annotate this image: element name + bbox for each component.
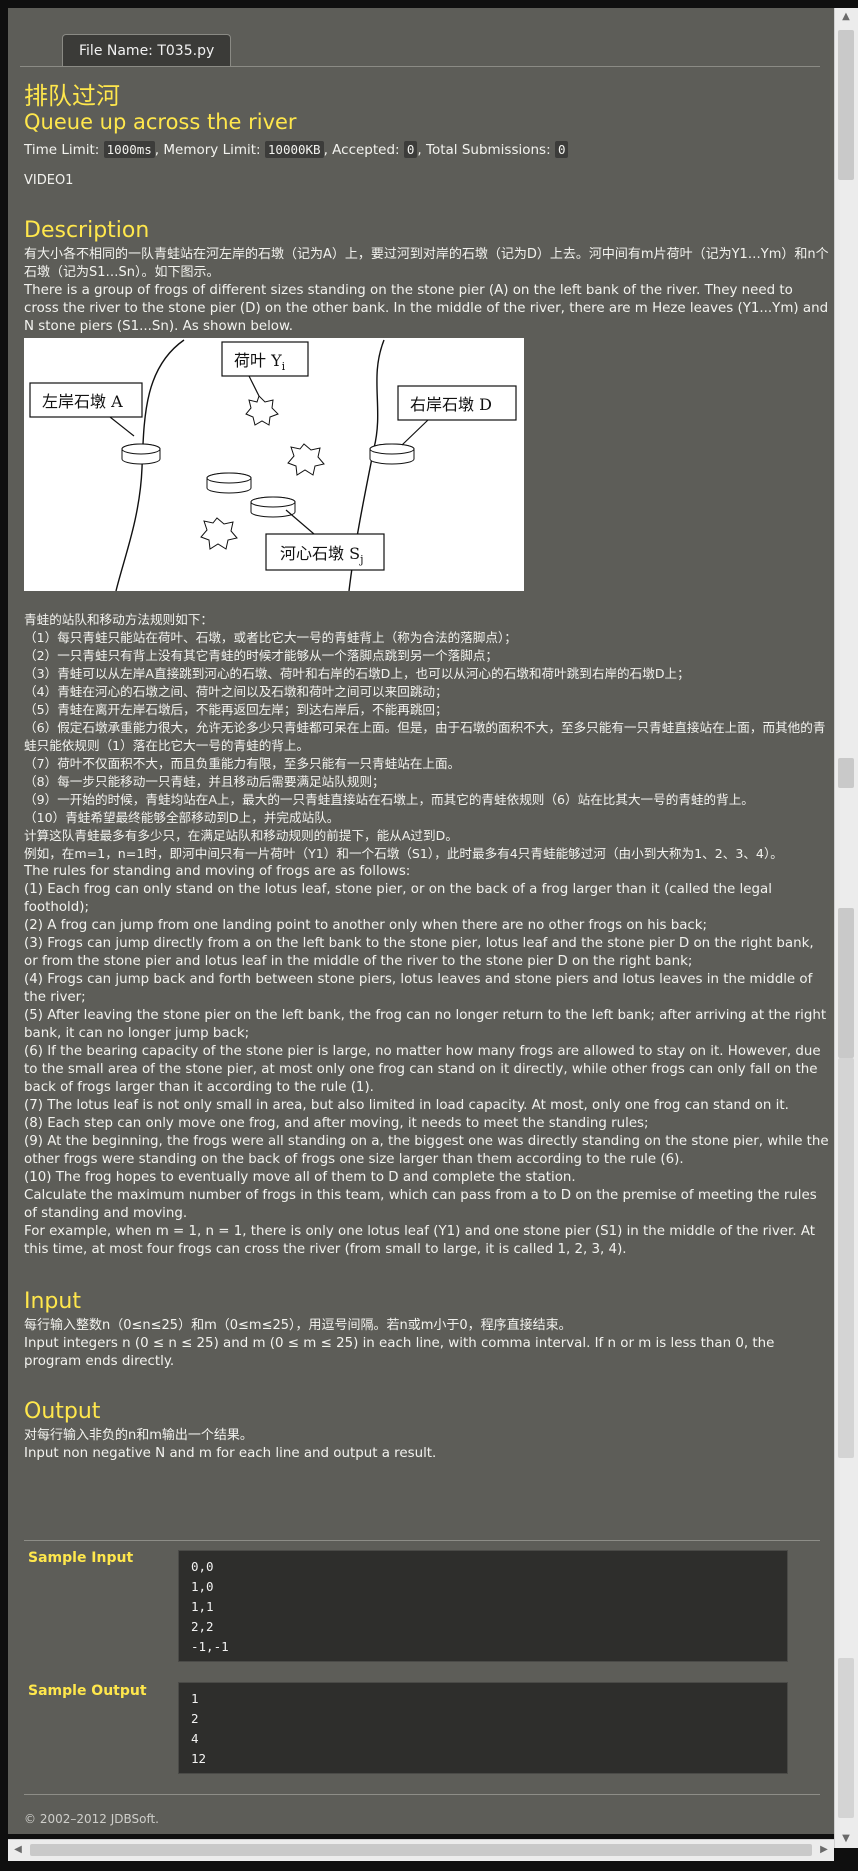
vertical-scroll-segment — [838, 758, 854, 788]
output-text-en: Input non negative N and m for each line… — [24, 1446, 437, 1461]
right-pier-label: 右岸石墩 D — [410, 395, 492, 414]
scroll-up-icon[interactable]: ▲ — [835, 8, 857, 26]
description-text-en: There is a group of frogs of different s… — [24, 283, 833, 334]
scroll-right-icon[interactable]: ▶ — [816, 1840, 832, 1860]
footer-separator — [24, 1794, 820, 1795]
description-heading: Description — [24, 218, 150, 243]
vertical-scrollbar[interactable]: ▲ ▼ — [834, 8, 858, 1848]
rules-text-cn: 青蛙的站队和移动方法规则如下： （1）每只青蛙只能站在荷叶、石墩，或者比它大一号… — [24, 612, 826, 861]
time-limit-label: Time Limit: — [24, 142, 104, 158]
input-text-en: Input integers n (0 ≤ n ≤ 25) and m (0 ≤… — [24, 1336, 779, 1369]
left-pier-label: 左岸石墩 A — [42, 392, 123, 411]
accepted-value: 0 — [403, 141, 418, 158]
tab-bar: File Name: T035.py — [20, 22, 820, 67]
output-text-cn: 对每行输入非负的n和m输出一个结果。 — [24, 1428, 253, 1443]
description-text-cn: 有大小各不相同的一队青蛙站在河左岸的石墩（记为A）上，要过河到对岸的石墩（记为D… — [24, 247, 829, 280]
sample-input-label: Sample Input — [28, 1550, 134, 1566]
output-heading: Output — [24, 1399, 101, 1424]
memory-limit-value: 10000KB — [264, 141, 324, 158]
input-heading: Input — [24, 1289, 81, 1314]
total-submissions-value: 0 — [554, 141, 569, 158]
lotus-label-sub: i — [282, 360, 286, 373]
lotus-label: 荷叶 Y — [234, 351, 282, 370]
samples-separator — [24, 1540, 820, 1541]
total-submissions-label: , Total Submissions: — [417, 142, 555, 158]
sample-input-box[interactable]: 0,0 1,0 1,1 2,2 -1,-1 — [178, 1550, 788, 1662]
river-crossing-figure: 左岸石墩 A 荷叶 Yi 河心石墩 Sj 右岸石墩 D — [24, 338, 524, 591]
accepted-label: , Accepted: — [323, 142, 404, 158]
sample-output-box[interactable]: 1 2 4 12 — [178, 1682, 788, 1774]
input-text-cn: 每行输入整数n（0≤n≤25）和m（0≤m≤25），用逗号间隔。若n或m小于0，… — [24, 1318, 572, 1333]
rules-text-en: The rules for standing and moving of fro… — [24, 864, 829, 1257]
svg-text:河心石墩 Sj: 河心石墩 Sj — [280, 544, 363, 566]
horizontal-scrollbar[interactable]: ◀ ▶ — [8, 1839, 834, 1861]
video-link[interactable]: VIDEO1 — [24, 172, 830, 190]
scroll-left-icon[interactable]: ◀ — [10, 1840, 26, 1860]
problem-title-en: Queue up across the river — [24, 110, 297, 134]
problem-title-cn: 排队过河 — [24, 82, 120, 110]
scroll-down-icon[interactable]: ▼ — [835, 1830, 857, 1848]
vertical-scroll-thumb[interactable] — [838, 30, 854, 180]
time-limit-value: 1000ms — [103, 141, 155, 158]
memory-limit-label: , Memory Limit: — [154, 142, 265, 158]
horizontal-scroll-thumb[interactable] — [30, 1844, 812, 1856]
vertical-scroll-segment-3 — [838, 1058, 854, 1458]
middle-pier-label: 河心石墩 S — [280, 544, 360, 563]
footer-copyright: © 2002–2012 JDBSoft. — [24, 1812, 159, 1826]
page-frame: File Name: T035.py 排队过河 Queue up across … — [8, 8, 834, 1834]
problem-meta: Time Limit: 1000ms, Memory Limit: 10000K… — [24, 138, 830, 162]
problem-content: 排队过河 Queue up across the river Time Limi… — [24, 82, 830, 1463]
vertical-scroll-segment-2 — [838, 908, 854, 1058]
svg-text:荷叶 Yi: 荷叶 Yi — [234, 351, 286, 373]
tab-file-name[interactable]: File Name: T035.py — [62, 34, 232, 66]
vertical-scroll-segment-4 — [838, 1658, 854, 1818]
sample-output-label: Sample Output — [28, 1683, 147, 1699]
